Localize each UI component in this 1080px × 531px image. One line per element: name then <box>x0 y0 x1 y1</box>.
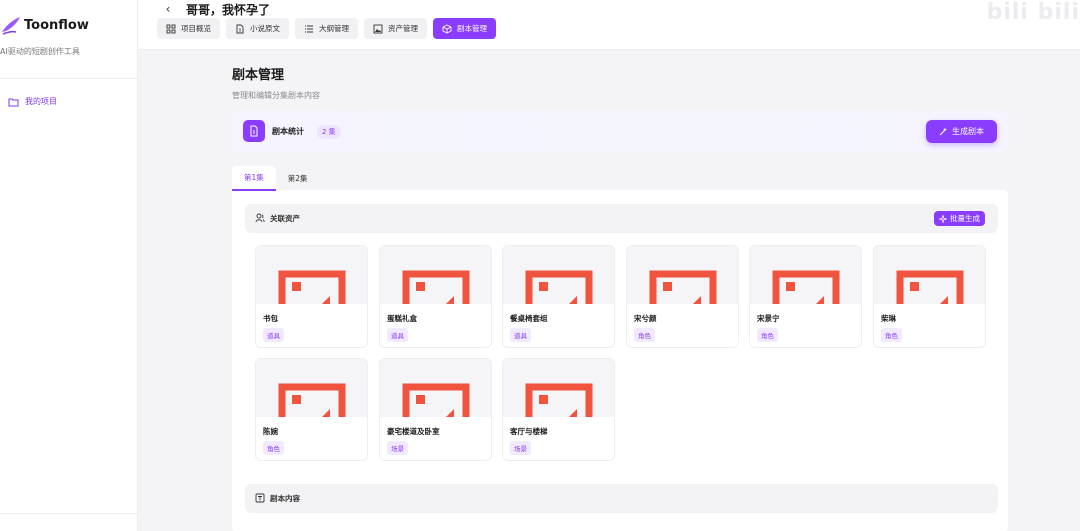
tab-label: 大纲管理 <box>319 24 349 33</box>
asset-name: 柴琳 <box>881 314 896 323</box>
episode-count-badge: 2 集 <box>317 125 341 139</box>
tab-label: 剧本管理 <box>457 24 487 33</box>
tab-episode-1[interactable]: 第1集 <box>232 166 276 191</box>
asset-type-tag: 道具 <box>387 328 408 342</box>
asset-type-tag: 角色 <box>263 441 284 455</box>
related-assets-header: 关联资产 批量生成 <box>245 204 998 233</box>
quill-icon <box>2 17 20 35</box>
generate-script-button[interactable]: 生成剧本 <box>926 120 997 143</box>
asset-name: 客厅与楼梯 <box>510 427 548 436</box>
document-icon <box>236 24 244 33</box>
top-bar: ‹ 哥哥，我怀孕了 项目概览 小说原文 大纲管理 资产管理 剧本管理 bili … <box>138 0 1080 50</box>
tab-novel[interactable]: 小说原文 <box>226 18 289 39</box>
asset-type-tag: 角色 <box>881 328 902 342</box>
asset-card[interactable]: 柴琳 角色 <box>873 245 986 348</box>
brand-name: Toonflow <box>24 17 89 33</box>
asset-card[interactable]: 豪宅楼道及卧室 场景 <box>379 358 492 461</box>
folder-icon <box>8 98 19 106</box>
page-title: 剧本管理 <box>232 68 285 83</box>
tab-episode-2[interactable]: 第2集 <box>276 166 320 191</box>
brand[interactable]: Toonflow <box>0 14 89 36</box>
script-stats-card: 剧本统计 2 集 生成剧本 <box>232 110 1008 152</box>
asset-type-tag: 场景 <box>510 441 531 455</box>
image-placeholder <box>503 359 614 417</box>
script-content-header: 剧本内容 <box>245 484 998 513</box>
image-placeholder <box>503 246 614 304</box>
list-icon <box>305 25 313 32</box>
asset-type-tag: 角色 <box>634 328 655 342</box>
project-title: 哥哥，我怀孕了 <box>186 3 271 17</box>
tab-label: 小说原文 <box>250 24 280 33</box>
magic-wand-icon <box>939 127 947 136</box>
image-icon <box>373 24 383 33</box>
sidebar-item-my-projects[interactable]: 我的项目 <box>8 96 57 107</box>
image-placeholder <box>874 246 985 304</box>
sidebar-item-label: 我的项目 <box>25 97 57 106</box>
asset-type-tag: 道具 <box>263 328 284 342</box>
box-icon <box>442 23 452 34</box>
related-assets-title: 关联资产 <box>270 214 300 223</box>
sidebar-bottom-divider <box>0 513 138 514</box>
asset-name: 陈婉 <box>263 427 278 436</box>
batch-generate-button[interactable]: 批量生成 <box>934 211 985 226</box>
image-placeholder <box>256 246 367 304</box>
brand-tagline: AI驱动的短剧创作工具 <box>0 47 80 56</box>
asset-name: 书包 <box>263 314 278 323</box>
users-icon <box>255 213 265 223</box>
script-icon <box>243 120 265 142</box>
asset-card[interactable]: 蛋糕礼盒 道具 <box>379 245 492 348</box>
sidebar-divider <box>0 78 138 79</box>
asset-card[interactable]: 宋兮颜 角色 <box>626 245 739 348</box>
image-placeholder <box>380 246 491 304</box>
asset-name: 豪宅楼道及卧室 <box>387 427 440 436</box>
tab-label: 项目概览 <box>181 24 211 33</box>
image-placeholder <box>627 246 738 304</box>
watermark: bili bili <box>986 0 1080 25</box>
tab-label: 资产管理 <box>388 24 418 33</box>
stats-label: 剧本统计 <box>272 127 304 136</box>
asset-name: 餐桌椅套组 <box>510 314 548 323</box>
asset-type-tag: 角色 <box>757 328 778 342</box>
asset-type-tag: 道具 <box>510 328 531 342</box>
asset-type-tag: 场景 <box>387 441 408 455</box>
sidebar: Toonflow AI驱动的短剧创作工具 我的项目 <box>0 0 138 531</box>
project-tabs: 项目概览 小说原文 大纲管理 资产管理 剧本管理 <box>157 18 496 39</box>
image-placeholder <box>256 359 367 417</box>
asset-card[interactable]: 客厅与楼梯 场景 <box>502 358 615 461</box>
generate-script-label: 生成剧本 <box>952 127 984 136</box>
asset-name: 宋景宁 <box>757 314 780 323</box>
asset-card[interactable]: 餐桌椅套组 道具 <box>502 245 615 348</box>
image-placeholder <box>380 359 491 417</box>
image-placeholder <box>750 246 861 304</box>
tab-outline[interactable]: 大纲管理 <box>295 18 358 39</box>
asset-card[interactable]: 书包 道具 <box>255 245 368 348</box>
grid-icon <box>166 24 176 33</box>
page-subtitle: 管理和编辑分集剧本内容 <box>232 91 320 100</box>
asset-name: 蛋糕礼盒 <box>387 314 417 323</box>
asset-card[interactable]: 宋景宁 角色 <box>749 245 862 348</box>
tab-script[interactable]: 剧本管理 <box>433 18 496 39</box>
sparkle-icon <box>939 214 947 223</box>
text-box-icon <box>255 493 265 503</box>
episode-tabs: 第1集 第2集 <box>232 166 320 191</box>
chevron-left-icon[interactable]: ‹ <box>162 2 174 16</box>
tab-overview[interactable]: 项目概览 <box>157 18 220 39</box>
script-content-title: 剧本内容 <box>270 494 300 503</box>
asset-name: 宋兮颜 <box>634 314 657 323</box>
batch-generate-label: 批量生成 <box>950 214 980 223</box>
tab-assets[interactable]: 资产管理 <box>364 18 427 39</box>
asset-card[interactable]: 陈婉 角色 <box>255 358 368 461</box>
